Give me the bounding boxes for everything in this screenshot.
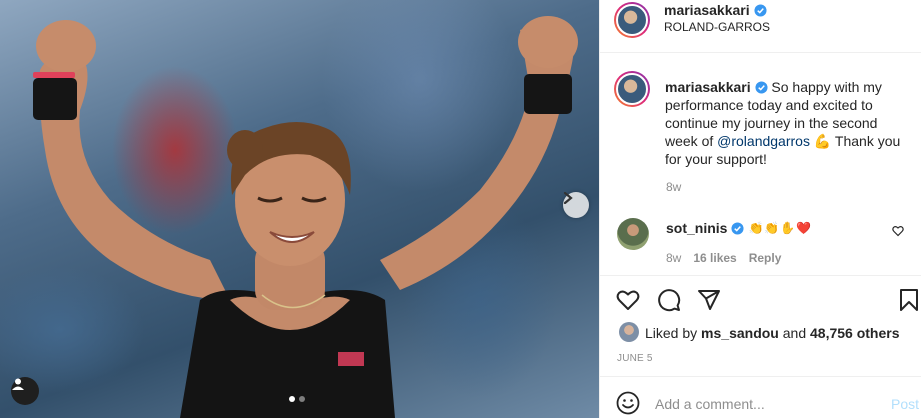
comment-timestamp[interactable]: 8w [666,251,681,265]
add-comment-bar: Add a comment... Post [600,376,921,418]
heart-icon[interactable] [616,288,640,312]
carousel-dot-active [289,396,295,402]
commenter-username[interactable]: sot_ninis [666,220,727,236]
comment-like-heart-icon[interactable] [892,225,904,237]
liker-avatar[interactable] [619,322,639,342]
post-header: mariasakkari ROLAND-GARROS [600,0,921,53]
post-photo[interactable] [0,0,599,418]
author-username[interactable]: mariasakkari [664,2,750,18]
post-actions [600,275,921,325]
verified-icon [754,81,768,94]
bookmark-icon[interactable] [897,288,921,312]
reply-button[interactable]: Reply [749,251,782,265]
clapping-hands-emoji: 👏 [764,221,780,235]
chevron-right-icon [563,192,573,204]
comment-line: sot_ninis 👏 👏 ✋ ❤️ [666,220,811,236]
post-comment-button[interactable]: Post [891,396,919,412]
post-location[interactable]: ROLAND-GARROS [664,20,770,34]
author-username-row: mariasakkari [664,2,767,18]
liked-by-and: and [778,325,810,341]
carousel-dot [299,396,305,402]
comment-meta: 8w 16 likes Reply [666,251,781,265]
caption-mention-link[interactable]: @rolandgarros [717,133,810,149]
caption-timestamp[interactable]: 8w [666,180,681,194]
comment-emojis: 👏 👏 ✋ ❤️ [748,221,811,235]
flexed-biceps-emoji: 💪 [813,133,832,149]
add-comment-input[interactable]: Add a comment... [655,396,765,412]
verified-icon [731,221,745,235]
share-icon[interactable] [697,288,721,312]
likes-text: Liked by ms_sandou and 48,756 others [645,325,900,341]
raised-hand-emoji: ✋ [780,221,796,235]
red-heart-emoji: ❤️ [796,221,812,235]
likes-summary: Liked by ms_sandou and 48,756 others [600,320,921,344]
comment-icon[interactable] [657,288,681,312]
verified-icon [754,3,767,17]
smile-icon[interactable] [616,391,640,415]
next-slide-button[interactable] [563,192,589,218]
clapping-hands-emoji: 👏 [748,221,764,235]
likes-count-link[interactable]: 48,756 others [810,325,900,341]
post-date[interactable]: JUNE 5 [617,353,653,364]
carousel-indicator [289,396,305,402]
caption-text: mariasakkari So happy with my performanc… [665,78,910,168]
comment-likes[interactable]: 16 likes [693,251,736,265]
post-side-panel: mariasakkari ROLAND-GARROS mariasakkari … [599,0,921,418]
caption-avatar[interactable] [614,71,650,107]
liked-by-prefix: Liked by [645,325,702,341]
photo-illustration [33,16,578,418]
caption-username[interactable]: mariasakkari [665,79,751,95]
commenter-avatar[interactable] [617,218,649,250]
author-avatar[interactable] [614,2,650,38]
tag-user-icon [12,378,24,390]
liker-username[interactable]: ms_sandou [701,325,779,341]
tagged-users-button[interactable] [11,377,39,405]
